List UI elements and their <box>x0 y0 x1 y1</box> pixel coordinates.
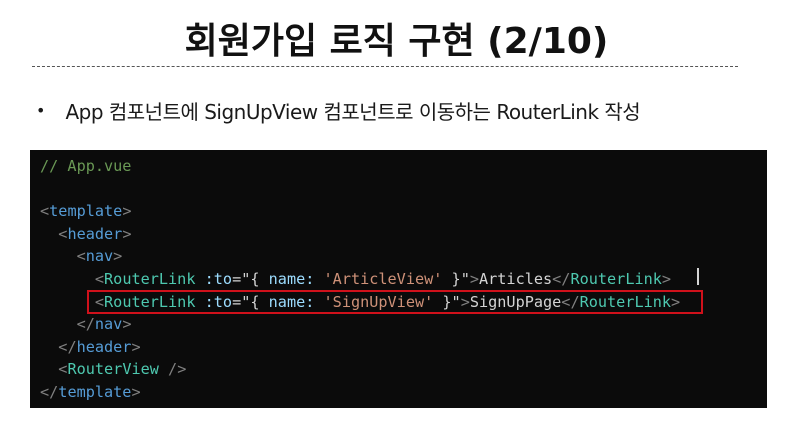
article-route-name: 'ArticleView' <box>323 269 443 288</box>
code-line-signup-link: <RouterLink :to="{ name: 'SignUpView' }"… <box>94 292 681 311</box>
signup-route-name: 'SignUpView' <box>323 292 434 311</box>
router-view-tag: RouterView <box>67 360 159 379</box>
code-line-router-view: <RouterView /> <box>58 360 187 379</box>
code-comment: // App.vue <box>40 157 132 175</box>
code-line-articles-link: <RouterLink :to="{ name: 'ArticleView' }… <box>94 269 672 288</box>
bullet-text: App 컴포넌트에 SignUpView 컴포넌트로 이동하는 RouterLi… <box>65 100 641 124</box>
router-link-tag: RouterLink <box>104 269 196 288</box>
to-attribute: :to <box>204 292 233 311</box>
code-line-comment: // App.vue <box>40 155 767 178</box>
nav-tag: nav <box>85 247 114 266</box>
signup-link-text: SignUpPage <box>469 292 562 311</box>
code-line-template-open: <template> <box>40 202 132 221</box>
code-block: // App.vue <template> <header> <nav> <Ro… <box>30 150 767 408</box>
text-cursor <box>697 268 699 285</box>
articles-link-text: Articles <box>479 269 553 288</box>
code-line-header-close: </header> <box>58 337 141 356</box>
bullet-dot: • <box>36 101 46 120</box>
code-line-header-open: <header> <box>58 224 132 243</box>
header-tag: header <box>67 224 123 243</box>
code-line-nav-close: </nav> <box>76 315 132 334</box>
template-tag: template <box>49 202 123 221</box>
code-line-nav-open: <nav> <box>76 247 123 266</box>
title-divider <box>32 66 738 67</box>
to-attribute: :to <box>204 269 233 288</box>
slide-title: 회원가입 로직 구현 (2/10) <box>184 21 609 62</box>
bullet-item: • App 컴포넌트에 SignUpView 컴포넌트로 이동하는 Router… <box>36 96 776 125</box>
router-link-tag: RouterLink <box>104 292 196 311</box>
code-line-template-close: </template> <box>40 382 141 401</box>
